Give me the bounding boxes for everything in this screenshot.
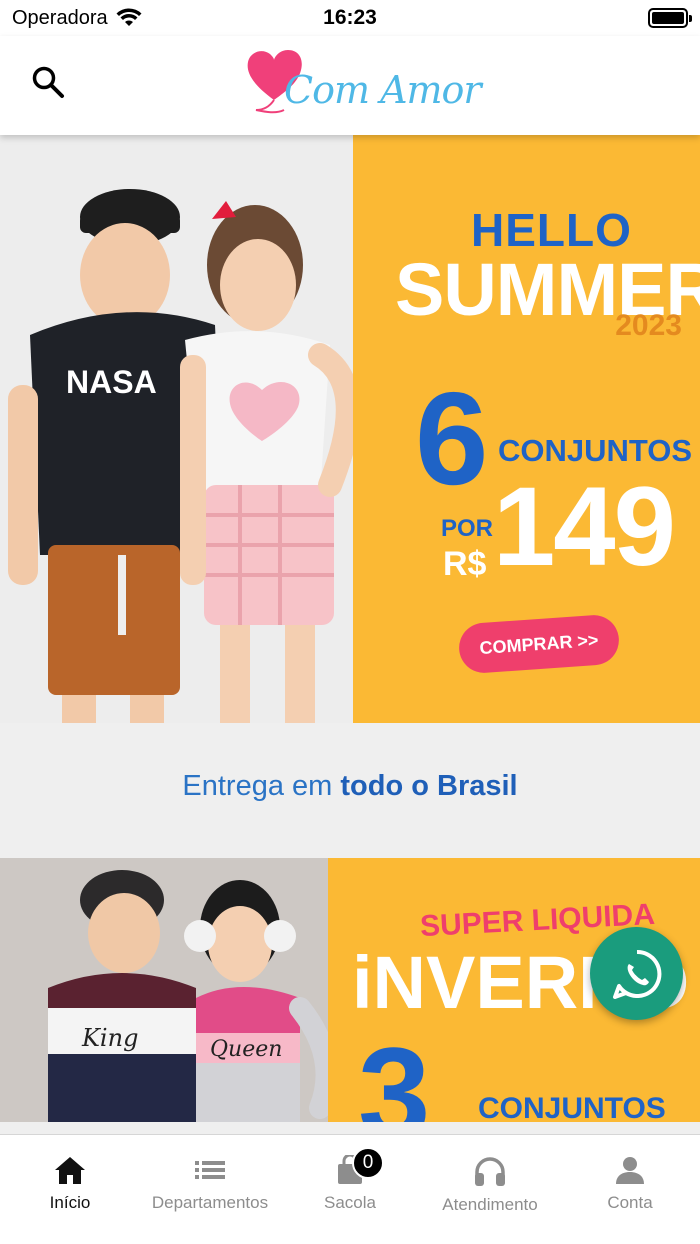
nav-label-atendimento: Atendimento: [442, 1195, 538, 1214]
nav-conta[interactable]: Conta: [560, 1135, 700, 1244]
promo-price: 149: [493, 464, 676, 589]
kids-winter-illustration: King Queen: [48, 870, 328, 1122]
nav-label-conta: Conta: [607, 1193, 653, 1212]
kids-summer-photo: NASA: [0, 135, 353, 723]
promo-por: POR: [441, 515, 494, 542]
delivery-message: Entrega em todo o Brasil: [0, 770, 700, 803]
kids-illustration: NASA: [8, 189, 353, 723]
promo-quantity: 6: [415, 365, 489, 512]
list-icon: [195, 1161, 225, 1179]
nav-label-sacola: Sacola: [324, 1193, 376, 1212]
promo-year: 2023: [615, 309, 682, 342]
promo-banner-summer[interactable]: NASA HELLO SUMMER 2023 6 CONJUNTOS POR R…: [0, 135, 700, 723]
wifi-icon: [116, 8, 142, 26]
nav-label-departamentos: Departamentos: [151, 1193, 269, 1212]
summer-promo-panel: HELLO SUMMER 2023 6 CONJUNTOS POR R$ 149…: [353, 135, 700, 723]
nav-label-inicio: Início: [49, 1193, 91, 1212]
promo2-quantity: 3: [358, 1020, 431, 1122]
carrier-label: Operadora: [12, 6, 108, 29]
queen-shirt-text: Queen: [210, 1037, 282, 1062]
home-icon: [55, 1157, 85, 1184]
delivery-prefix: Entrega em: [182, 770, 333, 802]
search-button[interactable]: [28, 62, 68, 102]
headphones-icon: [475, 1157, 505, 1186]
kids-winter-photo: King Queen: [0, 858, 328, 1122]
buy-button[interactable]: COMPRAR >>: [457, 613, 621, 675]
nav-departamentos[interactable]: Departamentos: [140, 1135, 280, 1244]
brand-logo[interactable]: Com Amor: [244, 46, 482, 124]
app-header: Com Amor: [0, 36, 700, 135]
app-screen: Operadora 16:23 Com Amor NASA HELLO SUMM…: [0, 0, 700, 1244]
promo2-conjuntos: CONJUNTOS: [478, 1092, 666, 1122]
cart-count-badge: 0: [352, 1147, 384, 1179]
search-icon: [32, 66, 64, 98]
nav-atendimento[interactable]: Atendimento: [420, 1135, 560, 1244]
person-icon: [616, 1157, 644, 1184]
nav-sacola[interactable]: 0 Sacola: [280, 1135, 420, 1244]
logo-text: Com Amor: [284, 68, 482, 112]
whatsapp-button[interactable]: [590, 927, 683, 1020]
delivery-highlight: todo o Brasil: [340, 770, 518, 802]
status-bar: Operadora 16:23: [0, 0, 700, 36]
nav-inicio[interactable]: Início: [0, 1135, 140, 1244]
whatsapp-icon: [612, 949, 661, 999]
king-shirt-text: King: [81, 1024, 138, 1052]
nasa-shirt-text: NASA: [66, 364, 157, 400]
promo-currency: R$: [443, 545, 487, 583]
status-left: Operadora: [12, 7, 142, 30]
bottom-nav: Início Departamentos 0 Sacola Atendiment…: [0, 1134, 700, 1244]
battery-icon: [648, 8, 692, 28]
